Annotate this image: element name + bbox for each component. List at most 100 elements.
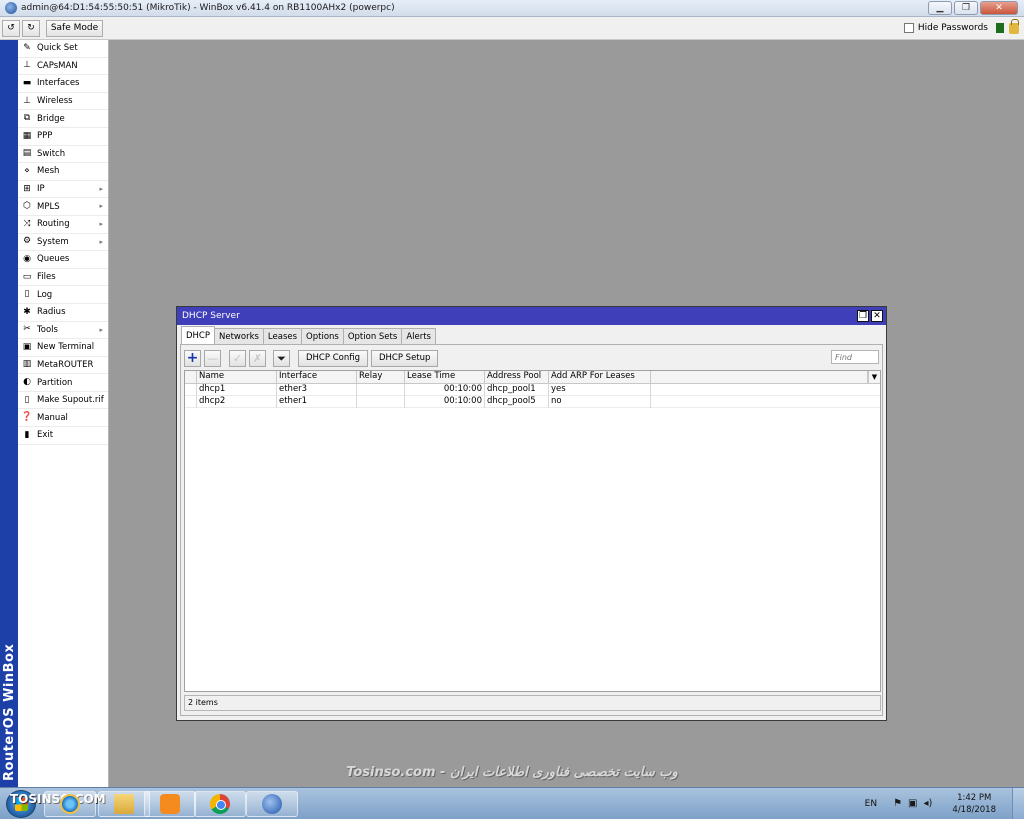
safe-mode-button[interactable]: Safe Mode bbox=[46, 19, 103, 37]
sidebar-item-label: New Terminal bbox=[37, 342, 95, 353]
sidebar-item-label: Manual bbox=[37, 412, 68, 423]
window-controls: ▁ ❐ ✕ bbox=[928, 1, 1018, 15]
tab-dhcp[interactable]: DHCP bbox=[181, 326, 215, 344]
cell-relay bbox=[357, 384, 405, 396]
maximize-button[interactable]: ❐ bbox=[954, 1, 978, 15]
sidebar-item-tools[interactable]: ✂ Tools ▸ bbox=[18, 322, 108, 340]
restore-icon[interactable]: ❐ bbox=[857, 310, 869, 322]
hide-passwords-toggle[interactable]: Hide Passwords bbox=[903, 23, 988, 33]
sidebar-item-radius[interactable]: ✱ Radius bbox=[18, 304, 108, 322]
filter-icon[interactable]: ⏷ bbox=[273, 349, 290, 367]
table-row[interactable]: dhcp2 ether1 00:10:00 dhcp_pool5 no bbox=[185, 396, 880, 408]
dhcp-server-table: Name Interface Relay Lease Time Address … bbox=[184, 370, 881, 692]
cell-lease-time: 00:10:00 bbox=[405, 396, 485, 408]
sidebar-item-interfaces[interactable]: ▬ Interfaces bbox=[18, 75, 108, 93]
sidebar-item-metarouter[interactable]: ▥ MetaROUTER bbox=[18, 357, 108, 375]
undo-button[interactable]: ↺ bbox=[2, 19, 20, 37]
sidebar-item-mesh[interactable]: ⋄ Mesh bbox=[18, 163, 108, 181]
mpls-icon: ⬡ bbox=[23, 201, 31, 212]
tools-icon: ✂ bbox=[23, 324, 31, 335]
tab-alerts[interactable]: Alerts bbox=[401, 328, 436, 344]
enable-button[interactable]: ✓ bbox=[229, 349, 246, 367]
add-button[interactable]: + bbox=[184, 349, 201, 367]
minimize-button[interactable]: ▁ bbox=[928, 1, 952, 15]
dhcp-config-button[interactable]: DHCP Config bbox=[298, 349, 368, 367]
column-header-name[interactable]: Name bbox=[197, 371, 277, 383]
find-input[interactable] bbox=[831, 350, 879, 364]
column-header-add-arp[interactable]: Add ARP For Leases bbox=[549, 371, 651, 383]
submenu-arrow-icon: ▸ bbox=[99, 219, 103, 228]
taskbar-chrome[interactable] bbox=[194, 791, 246, 817]
sidebar-item-switch[interactable]: ▤ Switch bbox=[18, 146, 108, 164]
action-center-flag-icon[interactable]: ⚑ bbox=[893, 798, 902, 809]
network-icon[interactable]: ▣ bbox=[908, 798, 917, 809]
sidebar-item-partition[interactable]: ◐ Partition bbox=[18, 374, 108, 392]
column-header-relay[interactable]: Relay bbox=[357, 371, 405, 383]
taskbar-media-player[interactable] bbox=[144, 791, 196, 817]
table-row[interactable]: dhcp1 ether3 00:10:00 dhcp_pool1 yes bbox=[185, 384, 880, 396]
ppp-icon: ▦ bbox=[22, 130, 32, 141]
tab-option-sets[interactable]: Option Sets bbox=[342, 328, 403, 344]
column-header-lease-time[interactable]: Lease Time bbox=[405, 371, 485, 383]
manual-icon: ❓ bbox=[21, 412, 33, 423]
cell-lease-time: 00:10:00 bbox=[405, 384, 485, 396]
sidebar-item-quick-set[interactable]: ✎ Quick Set bbox=[18, 40, 108, 58]
sidebar-item-files[interactable]: ▭ Files bbox=[18, 269, 108, 287]
app-title-bar: admin@64:D1:54:55:50:51 (MikroTik) - Win… bbox=[0, 0, 1024, 17]
sidebar-item-label: Tools bbox=[37, 324, 58, 335]
sidebar-item-wireless[interactable]: ⊥ Wireless bbox=[18, 93, 108, 111]
sidebar-item-exit[interactable]: ▮ Exit bbox=[18, 427, 108, 445]
sidebar-item-mpls[interactable]: ⬡ MPLS ▸ bbox=[18, 198, 108, 216]
sidebar-item-routing[interactable]: ⤨ Routing ▸ bbox=[18, 216, 108, 234]
sidebar-item-bridge[interactable]: ⧉ Bridge bbox=[18, 110, 108, 128]
tab-networks[interactable]: Networks bbox=[214, 328, 264, 344]
sidebar-item-label: Exit bbox=[37, 430, 54, 441]
hide-passwords-checkbox[interactable] bbox=[903, 23, 914, 33]
sidebar-item-ppp[interactable]: ▦ PPP bbox=[18, 128, 108, 146]
sidebar-item-make-supout-rif[interactable]: ▯ Make Supout.rif bbox=[18, 392, 108, 410]
remove-button[interactable]: — bbox=[204, 349, 221, 367]
lock-icon bbox=[1009, 18, 1019, 34]
sidebar-item-ip[interactable]: ⊞ IP ▸ bbox=[18, 181, 108, 199]
column-chooser-dropdown-icon[interactable]: ▼ bbox=[868, 371, 880, 383]
column-header-address-pool[interactable]: Address Pool bbox=[485, 371, 549, 383]
cell-filler bbox=[651, 384, 880, 396]
row-marker bbox=[185, 396, 197, 408]
dhcp-window-title-bar[interactable]: DHCP Server ❐ ✕ bbox=[177, 307, 886, 325]
hide-passwords-label: Hide Passwords bbox=[917, 23, 988, 33]
show-desktop-button[interactable] bbox=[1012, 788, 1024, 819]
column-header-interface[interactable]: Interface bbox=[277, 371, 357, 383]
sidebar-item-label: Files bbox=[37, 272, 56, 283]
redo-button[interactable]: ↻ bbox=[22, 19, 40, 37]
tab-leases[interactable]: Leases bbox=[262, 328, 303, 344]
sidebar-item-new-terminal[interactable]: ▣ New Terminal bbox=[18, 339, 108, 357]
cell-name: dhcp2 bbox=[197, 396, 277, 408]
submenu-arrow-icon: ▸ bbox=[99, 184, 103, 193]
sidebar-item-label: Switch bbox=[37, 148, 66, 159]
sidebar-item-label: Mesh bbox=[37, 166, 60, 177]
sidebar-item-log[interactable]: ▯ Log bbox=[18, 286, 108, 304]
sidebar-menu: ✎ Quick Set ⊥ CAPsMAN ▬ Interfaces ⊥ Wireless ⧉ B… bbox=[18, 40, 109, 787]
sidebar-item-system[interactable]: ⚙ System ▸ bbox=[18, 234, 108, 252]
language-indicator[interactable]: EN bbox=[865, 799, 877, 809]
dhcp-setup-button[interactable]: DHCP Setup bbox=[370, 349, 439, 367]
taskbar-clock[interactable]: 1:42 PM 4/18/2018 bbox=[952, 792, 996, 816]
volume-icon[interactable]: ◂) bbox=[923, 798, 932, 809]
close-button[interactable]: ✕ bbox=[980, 1, 1018, 15]
cell-interface: ether1 bbox=[277, 396, 357, 408]
tab-options[interactable]: Options bbox=[301, 328, 344, 344]
taskbar-winbox[interactable] bbox=[246, 791, 298, 817]
taskbar-internet-explorer[interactable] bbox=[44, 791, 96, 817]
column-header-filler bbox=[651, 371, 868, 383]
partition-icon: ◐ bbox=[23, 377, 31, 388]
close-icon[interactable]: ✕ bbox=[871, 310, 883, 322]
taskbar-file-explorer[interactable] bbox=[98, 791, 150, 817]
sidebar-item-capsman[interactable]: ⊥ CAPsMAN bbox=[18, 58, 108, 76]
log-icon: ▯ bbox=[24, 289, 30, 300]
sidebar-item-manual[interactable]: ❓ Manual bbox=[18, 409, 108, 428]
sidebar-item-queues[interactable]: ◉ Queues bbox=[18, 251, 108, 269]
winbox-icon bbox=[262, 794, 282, 814]
item-count-status: 2 items bbox=[184, 695, 881, 711]
internet-explorer-icon bbox=[60, 794, 80, 814]
disable-button[interactable]: ✗ bbox=[249, 349, 266, 367]
